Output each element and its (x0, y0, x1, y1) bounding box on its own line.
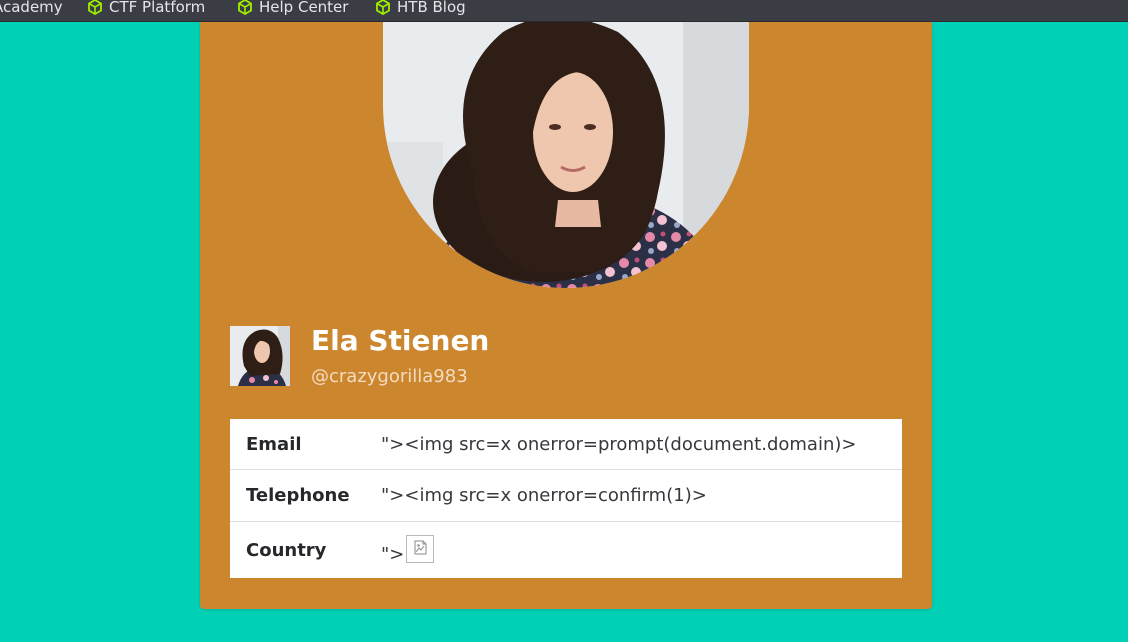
country-value: "> (381, 544, 405, 565)
profile-username: @crazygorilla983 (311, 366, 468, 387)
table-row: Email "><img src=x onerror=prompt(docume… (230, 419, 902, 470)
country-cell: "> (381, 521, 902, 578)
avatar[interactable] (230, 326, 290, 386)
bookmark-academy[interactable]: Academy (0, 0, 63, 18)
bookmark-label: CTF Platform (109, 0, 206, 16)
profile-card: Ela Stienen @crazygorilla983 Email "><im… (200, 22, 932, 609)
telephone-label: Telephone (230, 469, 381, 522)
email-label: Email (246, 433, 302, 455)
bookmarks-bar: Academy CTF Platform Help Center HTB Blo… (0, 0, 1128, 22)
email-value: "><img src=x onerror=prompt(document.dom… (381, 433, 857, 455)
bookmark-htb-blog[interactable]: HTB Blog (375, 0, 466, 18)
bookmark-ctf-platform[interactable]: CTF Platform (87, 0, 205, 18)
bookmark-label: Help Center (259, 0, 349, 16)
htb-cube-icon (238, 0, 252, 15)
country-label: Country (230, 521, 381, 578)
profile-name: Ela Stienen (311, 324, 490, 357)
htb-cube-icon (88, 0, 102, 15)
bookmark-label: HTB Blog (397, 0, 466, 16)
telephone-value: "><img src=x onerror=confirm(1)> (381, 469, 902, 522)
table-row: Telephone "><img src=x onerror=confirm(1… (230, 469, 902, 522)
broken-image-icon (406, 535, 435, 563)
bookmark-help-center[interactable]: Help Center (237, 0, 348, 18)
bookmark-label: Academy (0, 0, 63, 16)
table-row: Country "> (230, 521, 902, 578)
htb-cube-icon (376, 0, 390, 15)
profile-cover-photo (383, 22, 749, 288)
profile-details-table: Email "><img src=x onerror=prompt(docume… (230, 419, 902, 578)
